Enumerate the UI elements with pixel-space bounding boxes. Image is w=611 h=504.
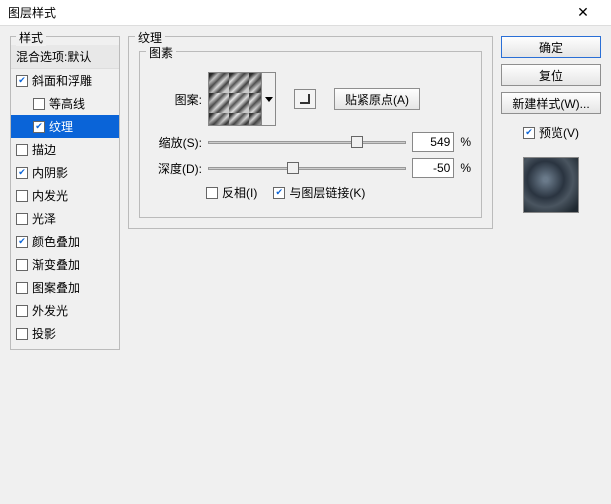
style-checkbox[interactable] (16, 259, 28, 271)
style-checkbox[interactable] (33, 98, 45, 110)
link-layer-checkbox[interactable]: 与图层链接(K) (273, 184, 365, 201)
style-checkbox[interactable] (16, 282, 28, 294)
invert-label: 反相(I) (222, 184, 257, 201)
styles-panel: 样式 混合选项:默认 斜面和浮雕等高线纹理描边内阴影内发光光泽颜色叠加渐变叠加图… (10, 36, 120, 350)
style-label: 内阴影 (32, 164, 68, 181)
style-checkbox[interactable] (16, 305, 28, 317)
scale-row: 缩放(S): % (150, 132, 471, 152)
style-checkbox[interactable] (16, 213, 28, 225)
create-pattern-icon[interactable] (294, 89, 316, 109)
depth-input[interactable] (412, 158, 454, 178)
style-row-5[interactable]: 内发光 (11, 184, 119, 207)
style-row-7[interactable]: 颜色叠加 (11, 230, 119, 253)
style-label: 内发光 (32, 187, 68, 204)
styles-header: 样式 (16, 29, 46, 46)
depth-row: 深度(D): % (150, 158, 471, 178)
options-row: 反相(I) 与图层链接(K) (150, 184, 471, 201)
style-label: 描边 (32, 141, 56, 158)
style-row-10[interactable]: 外发光 (11, 299, 119, 322)
scale-slider[interactable] (208, 135, 406, 149)
link-layer-label: 与图层链接(K) (289, 184, 365, 201)
content: 样式 混合选项:默认 斜面和浮雕等高线纹理描边内阴影内发光光泽颜色叠加渐变叠加图… (0, 26, 611, 360)
preview-checkbox[interactable]: 预览(V) (501, 124, 601, 141)
depth-slider[interactable] (208, 161, 406, 175)
pattern-label: 图案: (150, 91, 202, 108)
pattern-dropdown-icon[interactable] (262, 72, 276, 126)
elements-label: 图素 (146, 44, 176, 61)
depth-unit: % (460, 161, 471, 175)
settings-panel: 纹理 图素 图案: 贴紧原点(A) 缩放(S): (128, 36, 493, 350)
style-row-11[interactable]: 投影 (11, 322, 119, 345)
style-row-0[interactable]: 斜面和浮雕 (11, 69, 119, 92)
cancel-button[interactable]: 复位 (501, 64, 601, 86)
style-checkbox[interactable] (16, 328, 28, 340)
style-checkbox[interactable] (33, 121, 45, 133)
style-checkbox[interactable] (16, 144, 28, 156)
window-title: 图层样式 (8, 4, 563, 21)
styles-group: 样式 混合选项:默认 斜面和浮雕等高线纹理描边内阴影内发光光泽颜色叠加渐变叠加图… (10, 36, 120, 350)
style-checkbox[interactable] (16, 236, 28, 248)
pattern-well[interactable] (208, 72, 276, 126)
style-checkbox[interactable] (16, 190, 28, 202)
snap-origin-button[interactable]: 贴紧原点(A) (334, 88, 420, 110)
style-label: 斜面和浮雕 (32, 72, 92, 89)
style-row-8[interactable]: 渐变叠加 (11, 253, 119, 276)
style-label: 等高线 (49, 95, 85, 112)
style-checkbox[interactable] (16, 75, 28, 87)
style-label: 外发光 (32, 302, 68, 319)
style-row-9[interactable]: 图案叠加 (11, 276, 119, 299)
style-checkbox[interactable] (16, 167, 28, 179)
style-row-2[interactable]: 纹理 (11, 115, 119, 138)
style-label: 图案叠加 (32, 279, 80, 296)
texture-group: 纹理 图素 图案: 贴紧原点(A) 缩放(S): (128, 36, 493, 229)
pattern-row: 图案: 贴紧原点(A) (150, 72, 471, 126)
titlebar: 图层样式 ✕ (0, 0, 611, 26)
preview-label: 预览(V) (539, 124, 579, 141)
style-label: 纹理 (49, 118, 73, 135)
style-label: 光泽 (32, 210, 56, 227)
elements-fieldset: 图素 图案: 贴紧原点(A) 缩放(S): % (139, 51, 482, 218)
pattern-swatch[interactable] (208, 72, 262, 126)
scale-unit: % (460, 135, 471, 149)
close-icon[interactable]: ✕ (563, 4, 603, 21)
action-panel: 确定 复位 新建样式(W)... 预览(V) (501, 36, 601, 350)
depth-label: 深度(D): (150, 160, 202, 177)
style-row-3[interactable]: 描边 (11, 138, 119, 161)
style-label: 投影 (32, 325, 56, 342)
new-style-button[interactable]: 新建样式(W)... (501, 92, 601, 114)
style-row-1[interactable]: 等高线 (11, 92, 119, 115)
style-row-4[interactable]: 内阴影 (11, 161, 119, 184)
blend-options[interactable]: 混合选项:默认 (11, 45, 119, 69)
style-row-6[interactable]: 光泽 (11, 207, 119, 230)
style-label: 渐变叠加 (32, 256, 80, 273)
scale-label: 缩放(S): (150, 134, 202, 151)
ok-button[interactable]: 确定 (501, 36, 601, 58)
style-label: 颜色叠加 (32, 233, 80, 250)
scale-input[interactable] (412, 132, 454, 152)
invert-checkbox[interactable]: 反相(I) (206, 184, 257, 201)
preview-thumbnail (523, 157, 579, 213)
